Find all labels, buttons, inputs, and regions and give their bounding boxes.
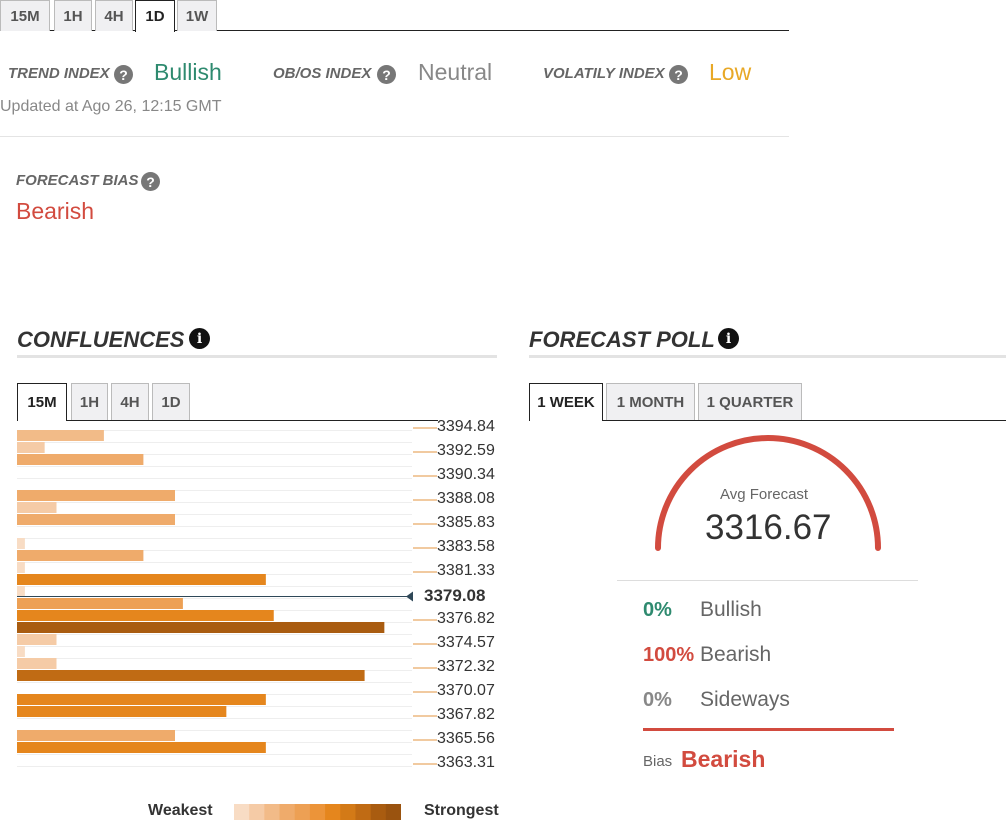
forecast-bias-help-icon[interactable]: ? <box>141 172 160 191</box>
forecast-divider <box>617 580 918 581</box>
forecast-poll-title: FORECAST POLL <box>529 327 715 352</box>
legend-swatch <box>355 804 372 820</box>
tab-1d[interactable]: 1D <box>135 0 175 32</box>
price-label: 3383.58 <box>437 538 495 555</box>
confluence-tab-15m[interactable]: 15M <box>17 383 67 421</box>
legend-swatch <box>309 804 326 820</box>
confluence-bar <box>17 694 266 705</box>
legend-swatch <box>279 804 296 820</box>
price-label: 3388.08 <box>437 490 495 507</box>
confluence-bar <box>17 538 25 549</box>
confluence-tab-1h[interactable]: 1H <box>71 383 108 420</box>
confluence-bar <box>17 562 25 573</box>
price-label: 3381.33 <box>437 562 495 579</box>
confluences-title: CONFLUENCES <box>17 327 185 352</box>
updated-timestamp: Updated at Ago 26, 12:15 GMT <box>0 98 222 115</box>
tab-4h[interactable]: 4H <box>95 0 133 31</box>
legend-swatch <box>325 804 341 820</box>
legend-strongest: Strongest <box>424 802 499 819</box>
price-label: 3363.31 <box>437 754 495 771</box>
price-label: 3370.07 <box>437 682 495 699</box>
price-label: 3376.82 <box>437 610 495 627</box>
price-label: 3394.84 <box>437 418 495 435</box>
forecast-poll-title-rule <box>529 355 1006 358</box>
sideways-pct: 0% <box>643 689 672 711</box>
legend-swatch <box>340 804 356 820</box>
confluence-bar <box>17 622 385 633</box>
volatility-index-value: Low <box>709 59 752 85</box>
legend-swatch <box>234 804 250 820</box>
legend-swatch <box>370 804 387 820</box>
bias-rule <box>643 728 894 731</box>
confluences-title-rule <box>17 355 497 358</box>
legend-swatch <box>385 804 401 820</box>
volatility-help-icon[interactable]: ? <box>669 65 688 84</box>
confluence-bar <box>17 730 175 741</box>
avg-forecast-label: Avg Forecast <box>720 486 809 503</box>
current-price-label: 3379.08 <box>424 586 486 605</box>
confluence-bar <box>17 658 57 669</box>
confluence-tab-1d[interactable]: 1D <box>152 383 190 420</box>
trend-help-icon[interactable]: ? <box>114 65 133 84</box>
tab-1w[interactable]: 1W <box>177 0 217 31</box>
obos-index-label: OB/OS INDEX <box>273 65 372 82</box>
price-label: 3374.57 <box>437 634 495 651</box>
confluence-bar <box>17 742 266 753</box>
confluence-bar <box>17 610 274 621</box>
avg-forecast-value: 3316.67 <box>705 508 832 547</box>
bearish-pct: 100% <box>643 644 695 666</box>
legend-swatch <box>294 804 311 820</box>
confluence-bar <box>17 574 266 585</box>
forecast-poll-info-icon[interactable]: i <box>718 328 739 349</box>
confluences-info-icon[interactable]: i <box>189 328 210 349</box>
price-label: 3365.56 <box>437 730 495 747</box>
confluence-bar <box>17 706 227 717</box>
bearish-label: Bearish <box>700 643 772 666</box>
legend-swatch <box>249 804 265 820</box>
confluence-tab-4h[interactable]: 4H <box>111 383 149 420</box>
bullish-pct: 0% <box>643 599 672 621</box>
obos-index-value: Neutral <box>418 59 493 85</box>
forecast-bias-value: Bearish <box>16 198 94 224</box>
bias-label: Bias <box>643 753 673 770</box>
confluence-bar <box>17 442 45 453</box>
confluence-bar <box>17 502 57 513</box>
price-label: 3372.32 <box>437 658 495 675</box>
legend-swatch <box>264 804 281 820</box>
sideways-label: Sideways <box>700 688 790 711</box>
confluence-bar <box>17 670 365 681</box>
tab-1h[interactable]: 1H <box>54 0 92 31</box>
price-label: 3385.83 <box>437 514 495 531</box>
poll-tab-underline <box>603 420 1006 421</box>
poll-tab-1-week[interactable]: 1 WEEK <box>529 383 603 421</box>
price-label: 3367.82 <box>437 706 495 723</box>
tab-15m[interactable]: 15M <box>0 0 50 31</box>
trend-index-label: TREND INDEX <box>8 65 110 82</box>
obos-help-icon[interactable]: ? <box>377 65 396 84</box>
volatility-index-label: VOLATILY INDEX <box>543 65 665 82</box>
trend-index-value: Bullish <box>154 59 222 85</box>
confluence-bar <box>17 586 25 597</box>
price-label: 3390.34 <box>437 466 495 483</box>
bias-value: Bearish <box>681 746 766 772</box>
confluence-bar <box>17 550 144 561</box>
bullish-label: Bullish <box>700 598 762 621</box>
confluence-bar <box>17 454 144 465</box>
forecast-bias-label: FORECAST BIAS <box>16 172 139 189</box>
confluence-bar <box>17 490 175 501</box>
divider <box>0 136 789 137</box>
poll-tab-1-quarter[interactable]: 1 QUARTER <box>698 383 802 420</box>
confluence-bar <box>17 634 57 645</box>
legend-weakest: Weakest <box>148 802 213 819</box>
price-label: 3392.59 <box>437 442 495 459</box>
confluence-chart <box>17 427 437 767</box>
poll-tab-1-month[interactable]: 1 MONTH <box>606 383 695 420</box>
confluence-bar <box>17 598 183 609</box>
confluence-bar <box>17 514 175 525</box>
timeframe-tabs: 15M 1H 4H 1D 1W <box>0 0 789 32</box>
confluence-bar <box>17 430 104 441</box>
strength-legend <box>234 804 401 820</box>
confluence-bar <box>17 646 25 657</box>
current-price-marker <box>406 591 413 602</box>
